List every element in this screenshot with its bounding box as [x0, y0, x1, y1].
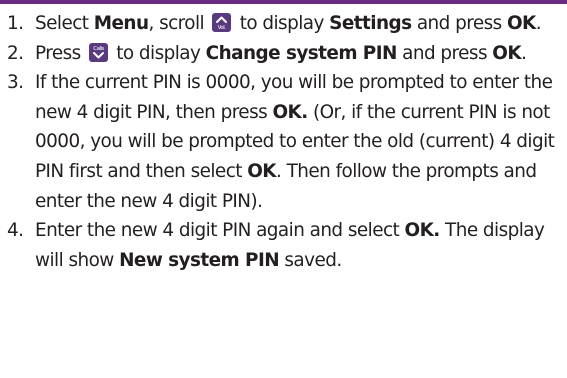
ok-label: OK.	[404, 220, 441, 242]
step-number: 4.	[7, 220, 24, 242]
step-number: 2.	[7, 42, 24, 64]
ok-label: OK	[492, 42, 522, 64]
new-system-pin-label: New system PIN	[119, 249, 280, 271]
step-3: 3. If the current PIN is 0000, you will …	[0, 68, 567, 216]
change-system-pin-label: Change system PIN	[205, 42, 398, 64]
step-4: 4. Enter the new 4 digit PIN again and s…	[0, 216, 567, 275]
ok-label: OK	[506, 13, 536, 34]
section-heading-fragment	[0, 0, 567, 4]
settings-label: Settings	[329, 13, 412, 34]
step-1: 1. Select Menu, scroll Vol. to display S…	[0, 9, 567, 39]
step-text: If the current PIN is 0000, you will be …	[35, 72, 555, 212]
scroll-up-key-icon: Vol.	[212, 13, 232, 32]
step-text: Select Menu, scroll Vol. to display Sett…	[35, 13, 542, 34]
page: 1. Select Menu, scroll Vol. to display S…	[0, 0, 567, 378]
menu-label: Menu	[93, 13, 149, 34]
instruction-steps: 1. Select Menu, scroll Vol. to display S…	[0, 9, 567, 275]
vol-key-label: Vol.	[218, 25, 227, 31]
ok-label: OK.	[272, 101, 308, 123]
calls-key-label: Calls	[93, 46, 104, 52]
step-text: Press Calls to display Change system PIN…	[35, 42, 527, 64]
step-number: 1.	[7, 13, 24, 34]
step-number: 3.	[7, 72, 24, 94]
scroll-down-key-icon: Calls	[88, 42, 108, 62]
step-2: 2. Press Calls to display Change system …	[0, 39, 567, 69]
step-text: Enter the new 4 digit PIN again and sele…	[35, 220, 545, 271]
ok-label: OK	[247, 160, 277, 182]
